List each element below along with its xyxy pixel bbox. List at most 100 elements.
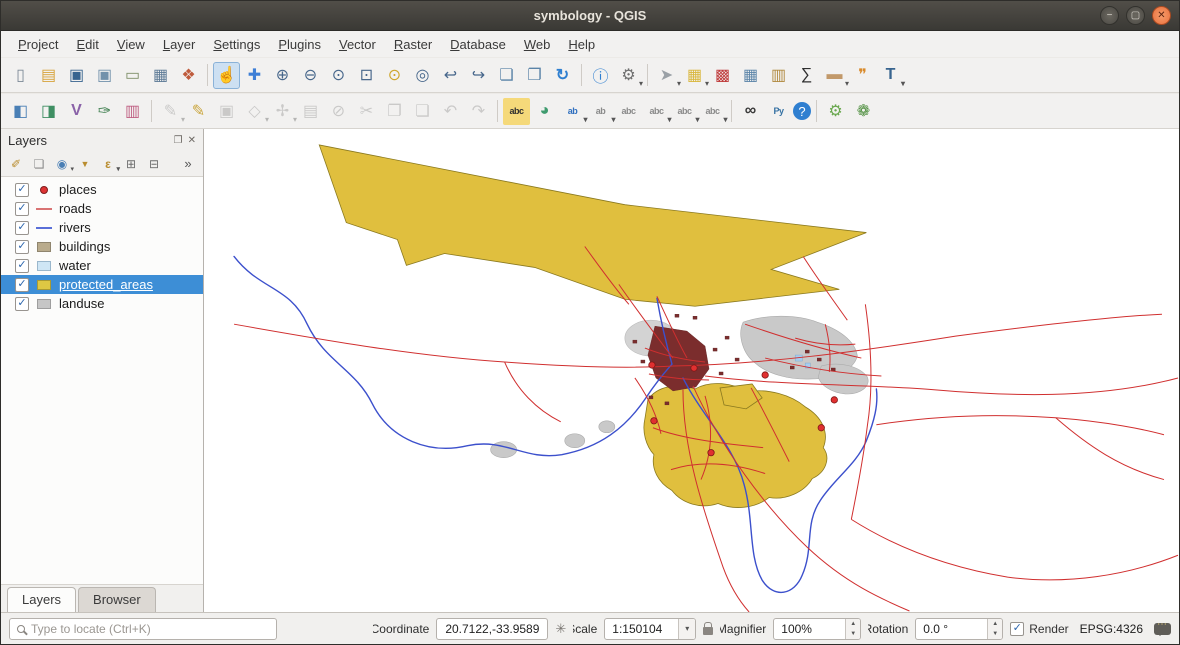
save-project-icon[interactable]: ▣ [63, 62, 90, 89]
refresh-icon[interactable]: ↻ [549, 62, 576, 89]
minimize-button[interactable]: − [1100, 6, 1119, 25]
spin-buttons[interactable]: ▲▼ [845, 619, 860, 639]
coordinate-input[interactable] [437, 622, 547, 636]
identify-features-icon[interactable]: ⓘ [587, 62, 614, 89]
new-print-layout-icon[interactable]: ▭ [119, 62, 146, 89]
modify-attributes-icon[interactable]: ▤ [297, 98, 324, 125]
spin-buttons[interactable]: ▲▼ [987, 619, 1002, 639]
dock-close-icon[interactable]: ✕ [188, 135, 196, 146]
grass-tools-icon[interactable]: ❁ [850, 98, 877, 125]
layer-visibility-checkbox[interactable] [15, 297, 29, 311]
select-features-icon[interactable]: ➤ [653, 62, 680, 89]
messages-icon[interactable] [1154, 623, 1171, 635]
layer-row[interactable]: roads [1, 199, 203, 218]
rotation-spinbox[interactable]: 0.0 ° ▲▼ [915, 618, 1003, 640]
magnifier-spinbox[interactable]: 100% ▲▼ [773, 618, 861, 640]
rotate-label-icon[interactable]: abc [671, 98, 698, 125]
layer-row[interactable]: places [1, 180, 203, 199]
python-console-icon[interactable]: Py [765, 98, 792, 125]
redo-icon[interactable]: ↷ [465, 98, 492, 125]
menu-item[interactable]: Help [559, 34, 604, 55]
menu-item[interactable]: Web [515, 34, 560, 55]
layout-manager-icon[interactable]: ▦ [147, 62, 174, 89]
select-by-value-icon[interactable]: ▦ [681, 62, 708, 89]
dock-float-icon[interactable]: ❐ [174, 135, 183, 146]
save-layer-edits-icon[interactable]: ▣ [213, 98, 240, 125]
menu-item[interactable]: View [108, 34, 154, 55]
open-attribute-table-icon[interactable]: ▦ [737, 62, 764, 89]
save-project-as-icon[interactable]: ▣ [91, 62, 118, 89]
collapse-all-icon[interactable]: ⊟ [144, 154, 164, 174]
menu-item[interactable]: Settings [204, 34, 269, 55]
maximize-button[interactable]: ▢ [1126, 6, 1145, 25]
copy-features-icon[interactable]: ❐ [381, 98, 408, 125]
data-source-manager-icon[interactable]: ◧ [7, 98, 34, 125]
pin-labels-icon[interactable]: ab [587, 98, 614, 125]
map-tips-icon[interactable]: ❞ [849, 62, 876, 89]
menu-item[interactable]: Raster [385, 34, 441, 55]
new-shapefile-layer-icon[interactable]: V [63, 98, 90, 125]
zoom-last-icon[interactable]: ↩ [437, 62, 464, 89]
layer-visibility-checkbox[interactable] [15, 259, 29, 273]
layer-row[interactable]: rivers [1, 218, 203, 237]
layer-visibility-checkbox[interactable] [15, 278, 29, 292]
layer-visibility-checkbox[interactable] [15, 221, 29, 235]
crs-status[interactable]: EPSG:4326 [1076, 622, 1147, 636]
zoom-out-icon[interactable]: ⊖ [297, 62, 324, 89]
locate-box[interactable] [9, 618, 277, 640]
layer-visibility-checkbox[interactable] [15, 202, 29, 216]
new-geopackage-layer-icon[interactable]: ✑ [91, 98, 118, 125]
change-label-icon[interactable]: abc [699, 98, 726, 125]
menu-item[interactable]: Plugins [269, 34, 330, 55]
expand-all-icon[interactable]: ⊞ [121, 154, 141, 174]
layer-row[interactable]: protected_areas [1, 275, 203, 294]
measure-icon[interactable]: ▬ [821, 62, 848, 89]
open-project-icon[interactable]: ▤ [35, 62, 62, 89]
add-group-icon[interactable]: ❏ [29, 154, 49, 174]
map-themes-icon[interactable]: ◉ [52, 154, 72, 174]
chevron-down-icon[interactable]: ▾ [678, 619, 695, 639]
pan-to-selection-icon[interactable]: ✚ [241, 62, 268, 89]
statistical-summary-icon[interactable]: ∑ [793, 62, 820, 89]
help-icon[interactable]: ? [793, 102, 811, 120]
undo-icon[interactable]: ↶ [437, 98, 464, 125]
zoom-to-layer-icon[interactable]: ◎ [409, 62, 436, 89]
binoculars-icon[interactable]: ∞ [737, 98, 764, 125]
run-feature-action-icon[interactable]: ⚙ [615, 62, 642, 89]
add-layer-icon[interactable]: ◨ [35, 98, 62, 125]
lock-scale-icon[interactable] [703, 627, 713, 635]
toggle-editing-icon[interactable]: ✎ [185, 98, 212, 125]
cut-features-icon[interactable]: ✂ [353, 98, 380, 125]
zoom-in-icon[interactable]: ⊕ [269, 62, 296, 89]
extents-icon[interactable]: ✳ [555, 621, 566, 637]
zoom-native-icon[interactable]: ⊙ [325, 62, 352, 89]
menu-item[interactable]: Database [441, 34, 515, 55]
paste-features-icon[interactable]: ❏ [409, 98, 436, 125]
layer-row[interactable]: water [1, 256, 203, 275]
new-map-view-icon[interactable]: ❏ [493, 62, 520, 89]
menu-item[interactable]: Edit [67, 34, 107, 55]
layer-visibility-checkbox[interactable] [15, 240, 29, 254]
layer-row[interactable]: buildings [1, 237, 203, 256]
current-edits-icon[interactable]: ✎ [157, 98, 184, 125]
dock-tab[interactable]: Layers [7, 587, 76, 612]
deselect-icon[interactable]: ▩ [709, 62, 736, 89]
layer-row[interactable]: landuse [1, 294, 203, 313]
render-checkbox[interactable] [1010, 622, 1024, 636]
style-manager-icon[interactable]: ❖ [175, 62, 202, 89]
layer-labeling-icon[interactable]: abc [503, 98, 530, 125]
highlight-pinned-labels-icon[interactable]: abc [615, 98, 642, 125]
layer-diagrams-icon[interactable]: ◕ [531, 98, 558, 125]
map-canvas[interactable] [204, 129, 1179, 612]
filter-legend-icon[interactable]: ▼ [75, 154, 95, 174]
pan-map-icon[interactable]: ☝ [213, 62, 240, 89]
coordinate-box[interactable] [436, 618, 548, 640]
titlebar[interactable]: symbology - QGIS −▢✕ [1, 1, 1179, 31]
text-annotation-icon[interactable]: T [877, 62, 904, 89]
new-3d-map-view-icon[interactable]: ❐ [521, 62, 548, 89]
zoom-next-icon[interactable]: ↪ [465, 62, 492, 89]
menu-item[interactable]: Layer [154, 34, 205, 55]
field-calculator-icon[interactable]: ▥ [765, 62, 792, 89]
close-button[interactable]: ✕ [1152, 6, 1171, 25]
delete-selected-icon[interactable]: ⊘ [325, 98, 352, 125]
